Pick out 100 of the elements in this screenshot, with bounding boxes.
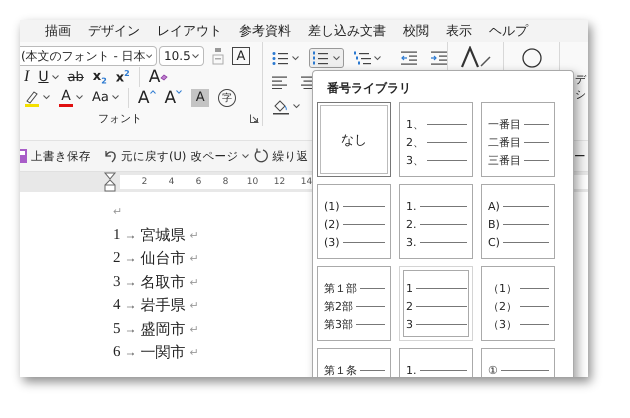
ribbon-tab[interactable]: 描画 [45, 22, 71, 40]
paragraph-mark: ↵ [190, 299, 198, 312]
eraser-icon [160, 74, 168, 81]
numbering-style-option[interactable]: 第１条 [317, 348, 391, 377]
caret-icon [192, 54, 199, 59]
character-shading-button[interactable]: A [191, 88, 210, 107]
list-text: 岩手県 [140, 296, 186, 316]
case-button[interactable]: Aa [92, 88, 119, 108]
ruler-number: 14 [300, 177, 314, 187]
group-label: フォント [98, 110, 142, 126]
numbering-style-option[interactable]: (1) (2) (3) [317, 184, 391, 259]
ribbon-tab[interactable]: デザイン [88, 22, 140, 40]
ribbon-label: デ [575, 72, 586, 87]
ribbon-tab[interactable]: 校閲 [403, 22, 429, 40]
italic-button[interactable]: I [24, 67, 30, 88]
number-format: B) [488, 218, 500, 230]
script-button[interactable]: x$_{2}$ [92, 67, 107, 88]
number-format: 3. [406, 236, 416, 248]
list-number: 4 [113, 297, 120, 314]
undo-button[interactable]: 元に戻す(U) [103, 148, 186, 164]
number-format: 3、 [406, 152, 424, 168]
ribbon-tab[interactable]: レイアウト [157, 22, 222, 40]
list-number: 2 [113, 250, 120, 268]
list-text: 盛岡市 [140, 320, 186, 339]
undo-icon [103, 148, 118, 164]
ruler-number: 10 [246, 177, 260, 187]
number-format: 三番目 [488, 152, 521, 168]
styles-icon[interactable] [458, 46, 492, 68]
save-icon[interactable] [20, 149, 27, 163]
library-title: 番号ライブラリ [326, 80, 412, 97]
number-format: (1) [324, 200, 340, 212]
number-format: A) [488, 200, 500, 212]
numbering-style-option[interactable]: ① [481, 348, 555, 377]
script-button[interactable]: x$^{2}$ [116, 67, 130, 88]
enclose-characters-button[interactable]: 字 [218, 88, 236, 107]
paragraph-mark: ↵ [190, 252, 198, 266]
tab-mark: → [124, 298, 136, 314]
numbered-list-icon [313, 51, 330, 65]
decrease-indent-icon [401, 51, 417, 65]
numbering-style-option[interactable]: なし [317, 102, 391, 177]
number-format: 1、 [406, 116, 424, 132]
shrink-font-button[interactable]: A [164, 88, 182, 108]
phonetic-guide-icon[interactable] [212, 47, 224, 66]
number-format: 第１部 [324, 280, 357, 296]
search-icon[interactable] [520, 46, 544, 68]
numbering-style-option[interactable]: 一番目 二番目 三番目 [481, 102, 555, 177]
numbering-style-option[interactable]: 1. 2. 3. [399, 184, 473, 259]
ribbon-tab[interactable]: 表示 [446, 22, 472, 40]
bullet-list-icon [272, 51, 289, 65]
list-text: 宮城県 [140, 226, 186, 245]
page-break-button[interactable]: 改ページ [190, 148, 238, 164]
ruler-number: 8 [222, 177, 230, 187]
caret-icon [146, 54, 152, 59]
number-format: （3） [488, 316, 517, 332]
paragraph-mark: ↵ [113, 205, 122, 218]
dialog-launcher-icon[interactable] [250, 114, 259, 123]
strike-button[interactable]: ab [68, 67, 84, 88]
numbering-style-option[interactable]: 1、 2、 3、 [399, 102, 473, 177]
paragraph-mark: ↵ [190, 228, 198, 242]
tab-mark: → [124, 322, 136, 337]
redo-button[interactable]: 繰り返 [253, 148, 308, 164]
character-border-button[interactable]: A [232, 47, 250, 66]
caret-icon [242, 154, 250, 158]
numbering-style-option[interactable]: A) B) C) [481, 184, 555, 259]
ruler-number: 6 [194, 177, 202, 187]
list-text: 一関市 [140, 343, 186, 362]
clear-formatting-button[interactable]: A [148, 67, 168, 88]
ruler-number: 4 [168, 177, 176, 187]
ribbon-tab[interactable]: ヘルプ [489, 22, 528, 40]
list-text: 名取市 [140, 273, 186, 292]
font-color-button[interactable]: A [59, 88, 83, 108]
indent-marker-icon[interactable] [104, 172, 116, 192]
number-format: 二番目 [488, 134, 521, 150]
caret-icon [292, 56, 299, 60]
save-button[interactable]: 上書き保存 [31, 148, 91, 164]
list-number: 6 [113, 344, 120, 362]
caret-icon [333, 56, 340, 60]
numbering-style-option[interactable]: （1） （2） （3） [481, 266, 555, 341]
numbering-style-option[interactable]: 1. [399, 348, 473, 377]
number-format: （1） [488, 280, 517, 296]
ribbon-tab[interactable]: 参考資料 [239, 22, 291, 40]
underline-button[interactable]: U [38, 67, 59, 88]
grow-font-button[interactable]: A [138, 88, 156, 108]
numbering-style-option[interactable]: 第１部 第2部 第3部 [317, 266, 391, 341]
ribbon-label: シ [575, 87, 586, 102]
list-number: 3 [113, 274, 120, 291]
paragraph-mark: ↵ [190, 346, 198, 360]
highlighter-icon [24, 88, 40, 107]
number-format: 第3部 [324, 316, 353, 332]
font-size-field[interactable]: 10.5 [159, 46, 204, 66]
number-format: 第2部 [324, 298, 353, 314]
number-format: 1 [406, 282, 413, 294]
ribbon-tab[interactable]: 差し込み文書 [308, 22, 386, 40]
caret-icon [293, 104, 300, 108]
paragraph-mark: ↵ [190, 322, 198, 336]
chevron-down-icon [176, 90, 182, 94]
numbering-style-option[interactable]: 1 2 3 [399, 266, 473, 341]
number-format: C) [488, 236, 500, 248]
font-name-field[interactable]: (本文のフォント - 日本 [20, 46, 157, 66]
numbering-button[interactable] [309, 48, 344, 68]
